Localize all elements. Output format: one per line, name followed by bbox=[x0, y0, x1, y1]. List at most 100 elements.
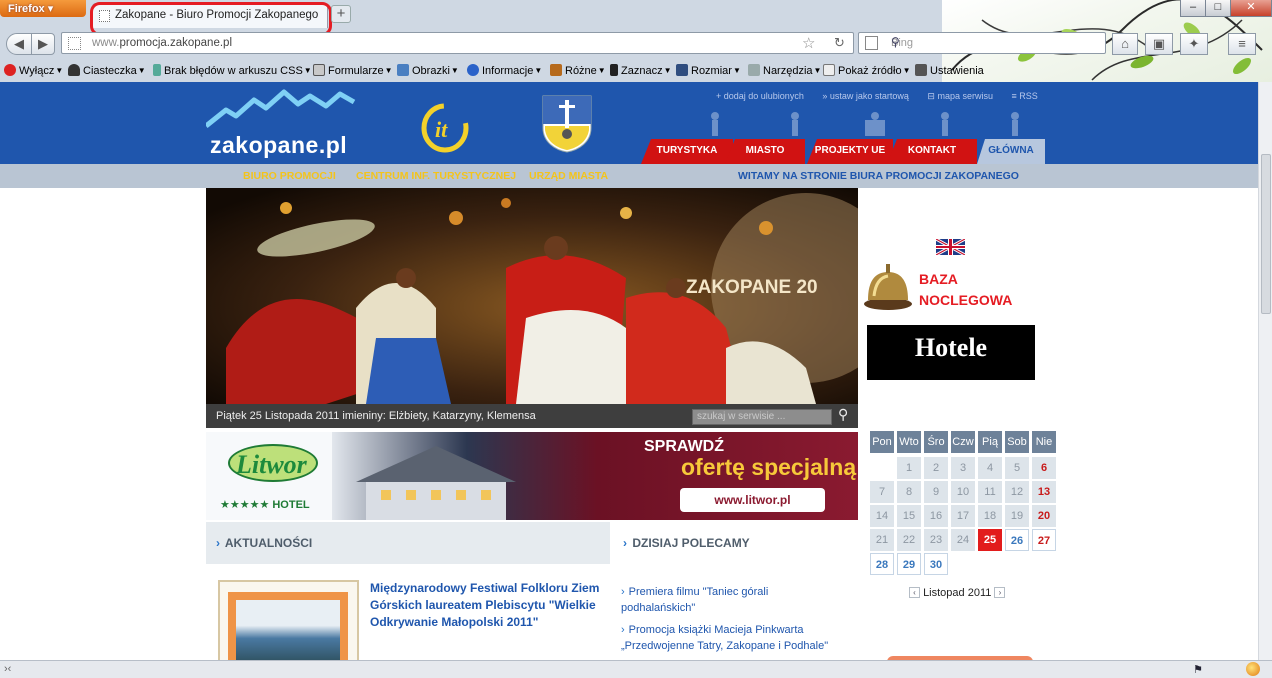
calendar-day[interactable]: 10 bbox=[951, 481, 975, 503]
search-icon[interactable]: ⚲ bbox=[891, 35, 1101, 49]
subnav-centrum-inf[interactable]: CENTRUM INF. TURYSTYCZNEJ bbox=[356, 170, 516, 182]
toolbar-item-disable[interactable]: Wyłącz▼ bbox=[4, 64, 63, 77]
site-search-input[interactable]: szukaj w serwisie ... bbox=[692, 409, 832, 425]
reception-bell-icon[interactable] bbox=[862, 260, 916, 312]
bookmark-star-icon[interactable]: ☆ bbox=[802, 34, 815, 52]
calendar-day[interactable]: 5 bbox=[1005, 457, 1029, 479]
next-month-icon[interactable]: › bbox=[994, 587, 1006, 598]
recommend-item[interactable]: › Promocja książki Macieja Pinkwarta „Prz… bbox=[621, 622, 841, 654]
back-button[interactable]: ◀ bbox=[6, 33, 32, 55]
settings-icon bbox=[915, 64, 927, 76]
toolbar-item-resize[interactable]: Rozmiar▼ bbox=[676, 64, 741, 77]
sitemap-link[interactable]: ⊟ mapa serwisu bbox=[927, 91, 993, 101]
banner-url-button[interactable]: www.litwor.pl bbox=[680, 488, 825, 512]
forward-button[interactable]: ▶ bbox=[31, 33, 55, 55]
maximize-button[interactable]: □ bbox=[1205, 0, 1231, 17]
calendar-day[interactable]: 26 bbox=[1005, 529, 1029, 551]
rss-link[interactable]: ≡ RSS bbox=[1011, 91, 1037, 101]
site-logo[interactable]: zakopane.pl bbox=[210, 132, 347, 159]
calendar-day[interactable]: 23 bbox=[924, 529, 948, 551]
scrollbar-thumb[interactable] bbox=[1261, 154, 1271, 314]
search-engine-icon[interactable] bbox=[865, 36, 878, 50]
calendar-day[interactable]: 4 bbox=[978, 457, 1002, 479]
calendar-day[interactable]: 11 bbox=[978, 481, 1002, 503]
calendar-day[interactable]: 30 bbox=[924, 553, 948, 575]
calendar-day[interactable]: 29 bbox=[897, 553, 921, 575]
minimize-button[interactable]: – bbox=[1180, 0, 1206, 17]
new-tab-button[interactable]: + bbox=[331, 5, 351, 23]
close-window-button[interactable]: ✕ bbox=[1230, 0, 1272, 17]
calendar-day[interactable]: 2 bbox=[924, 457, 948, 479]
calendar-day[interactable]: 1 bbox=[897, 457, 921, 479]
toolbar-item-tools[interactable]: Narzędzia▼ bbox=[748, 64, 821, 77]
calendar-day[interactable]: 7 bbox=[870, 481, 894, 503]
hotels-banner[interactable]: Hotele bbox=[867, 325, 1035, 380]
toolbar-item-misc[interactable]: Różne▼ bbox=[550, 64, 606, 77]
calendar-day[interactable]: 16 bbox=[924, 505, 948, 527]
nav-tab-kontakt[interactable]: KONTAKT bbox=[887, 139, 977, 164]
calendar-weekday-header: Pią bbox=[978, 431, 1002, 453]
downloads-button[interactable]: ▣ bbox=[1145, 33, 1173, 55]
firefox-menu-button[interactable]: Firefox ▾ bbox=[0, 0, 86, 17]
toolbar-item-cookies[interactable]: Ciasteczka▼ bbox=[68, 64, 146, 77]
calendar-day[interactable]: 9 bbox=[924, 481, 948, 503]
calendar-day[interactable]: 19 bbox=[1005, 505, 1029, 527]
search-bar[interactable]: Bing ⚲ bbox=[858, 32, 1106, 54]
nav-tab-glowna[interactable]: GŁÓWNA bbox=[977, 139, 1045, 164]
chevron-right-icon: › bbox=[621, 586, 625, 598]
toolbar-item-outline[interactable]: Zaznacz▼ bbox=[610, 64, 672, 77]
calendar-day[interactable]: 3 bbox=[951, 457, 975, 479]
puzzle-icon: ✦ bbox=[1188, 36, 1200, 51]
cit-logo[interactable]: it bbox=[415, 100, 470, 155]
calendar-day[interactable]: 20 bbox=[1032, 505, 1056, 527]
calendar-day[interactable]: 15 bbox=[897, 505, 921, 527]
calendar-day[interactable]: 28 bbox=[870, 553, 894, 575]
search-submit-icon[interactable]: ⚲ bbox=[838, 406, 848, 423]
news-title-link[interactable]: Międzynarodowy Festiwal Folkloru Ziem Gó… bbox=[370, 580, 602, 631]
accommodation-link[interactable]: BAZA NOCLEGOWA bbox=[919, 269, 1012, 311]
calendar-day[interactable]: 18 bbox=[978, 505, 1002, 527]
toolbar-item-label: Różne bbox=[565, 65, 597, 77]
briefcase-icon bbox=[550, 64, 562, 76]
set-as-homepage-link[interactable]: » ustaw jako startową bbox=[822, 91, 909, 101]
toolbar-item-information[interactable]: Informacje▼ bbox=[467, 64, 542, 77]
toolbar-item-images[interactable]: Obrazki▼ bbox=[397, 64, 459, 77]
calendar-day[interactable]: 12 bbox=[1005, 481, 1029, 503]
subnav-urzad-miasta[interactable]: URZĄD MIASTA bbox=[529, 170, 608, 182]
menu-button[interactable]: ≡ bbox=[1228, 33, 1256, 55]
calendar-day[interactable]: 27 bbox=[1032, 529, 1056, 551]
calendar-day[interactable]: 22 bbox=[897, 529, 921, 551]
toolbar-item-options[interactable]: Ustawienia bbox=[915, 64, 984, 77]
prev-month-icon[interactable]: ‹ bbox=[909, 587, 920, 598]
downloads-icon: ▣ bbox=[1152, 36, 1166, 51]
toolbar-item-css[interactable]: Brak błędów w arkuszu CSS▼ bbox=[153, 64, 312, 77]
addon-status-icon[interactable] bbox=[1246, 662, 1260, 676]
subnav-biuro-promocji[interactable]: BIURO PROMOCJI bbox=[243, 170, 336, 182]
calendar-day[interactable]: 14 bbox=[870, 505, 894, 527]
calendar-day[interactable]: 13 bbox=[1032, 481, 1056, 503]
home-button[interactable]: ⌂ bbox=[1112, 33, 1138, 55]
reload-icon[interactable]: ↻ bbox=[834, 35, 845, 51]
language-flag-icon[interactable]: ⚑ bbox=[1193, 663, 1203, 676]
toolbar-item-forms[interactable]: Formularze▼ bbox=[313, 64, 393, 77]
english-flag-icon[interactable] bbox=[936, 239, 965, 255]
nav-tab-miasto[interactable]: MIASTO bbox=[725, 139, 805, 164]
litwor-hotel-banner[interactable]: Litwor ★★★★★ HOTEL SPRAWDŹ ofertę specja… bbox=[206, 432, 858, 520]
calendar-day[interactable]: 21 bbox=[870, 529, 894, 551]
calendar-day[interactable]: 8 bbox=[897, 481, 921, 503]
add-to-favorites-link[interactable]: + dodaj do ulubionych bbox=[716, 91, 804, 101]
url-bar[interactable]: www.promocja.zakopane.pl ☆ ↻ bbox=[61, 32, 854, 54]
recommend-item[interactable]: › Premiera filmu "Taniec górali podhalańs… bbox=[621, 584, 841, 616]
news-thumbnail[interactable] bbox=[218, 580, 359, 660]
calendar-day[interactable]: 24 bbox=[951, 529, 975, 551]
nav-tab-projekty-ue[interactable]: PROJEKTY UE bbox=[807, 139, 893, 164]
toolbar-item-view-source[interactable]: Pokaż źródło▼ bbox=[823, 64, 911, 77]
nav-tab-turystyka[interactable]: TURYSTYKA bbox=[641, 139, 733, 164]
toolbar-item-label: Wyłącz bbox=[19, 65, 55, 77]
calendar-day-today[interactable]: 25 bbox=[978, 529, 1002, 551]
calendar-day[interactable]: 6 bbox=[1032, 457, 1056, 479]
addons-button[interactable]: ✦ bbox=[1180, 33, 1208, 55]
vertical-scrollbar[interactable] bbox=[1258, 82, 1272, 660]
calendar-day[interactable]: 17 bbox=[951, 505, 975, 527]
home-icon: ⌂ bbox=[1121, 36, 1129, 51]
